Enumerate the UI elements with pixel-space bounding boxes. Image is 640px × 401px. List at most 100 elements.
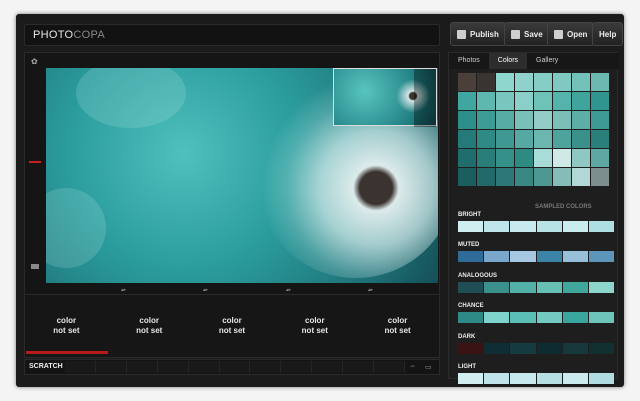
color-swatch[interactable] <box>515 168 533 186</box>
color-swatch[interactable] <box>572 149 590 167</box>
open-button[interactable]: Open <box>547 22 595 46</box>
scratch-cell[interactable] <box>281 361 313 373</box>
color-slot[interactable]: color not set <box>191 295 274 357</box>
scratch-cell[interactable] <box>343 361 375 373</box>
color-swatch[interactable] <box>458 130 476 148</box>
harmony-swatch[interactable] <box>536 312 562 323</box>
color-slot[interactable]: color not set <box>25 295 108 357</box>
harmony-swatch[interactable] <box>588 221 615 232</box>
help-button[interactable]: Help <box>592 22 624 46</box>
color-swatch[interactable] <box>572 92 590 110</box>
color-swatch[interactable] <box>553 130 571 148</box>
color-swatch[interactable] <box>572 168 590 186</box>
color-swatch[interactable] <box>515 111 533 129</box>
color-swatch[interactable] <box>458 73 476 91</box>
color-swatch[interactable] <box>458 149 476 167</box>
color-swatch[interactable] <box>534 111 552 129</box>
color-swatch[interactable] <box>534 73 552 91</box>
harmony-swatch[interactable] <box>536 251 562 262</box>
harmony-swatch[interactable] <box>484 282 510 293</box>
harmony-swatch[interactable] <box>588 373 615 384</box>
save-button[interactable]: Save <box>504 22 550 46</box>
navigator-thumbnail[interactable] <box>333 68 437 127</box>
color-swatch[interactable] <box>553 92 571 110</box>
scratch-cell[interactable] <box>157 361 189 373</box>
tab-photos[interactable]: Photos <box>449 53 489 69</box>
harmony-swatch[interactable] <box>588 282 615 293</box>
color-swatch[interactable] <box>477 168 495 186</box>
harmony-swatch[interactable] <box>484 221 510 232</box>
color-swatch[interactable] <box>553 168 571 186</box>
color-swatch[interactable] <box>515 149 533 167</box>
harmony-swatch[interactable] <box>484 373 510 384</box>
color-swatch[interactable] <box>553 73 571 91</box>
color-swatch[interactable] <box>496 111 514 129</box>
color-swatch[interactable] <box>496 149 514 167</box>
harmony-swatch[interactable] <box>458 343 484 354</box>
color-swatch[interactable] <box>591 73 609 91</box>
color-swatch[interactable] <box>515 130 533 148</box>
color-swatch[interactable] <box>496 73 514 91</box>
tab-colors[interactable]: Colors <box>488 53 528 69</box>
harmony-swatch[interactable] <box>510 312 536 323</box>
harmony-swatch[interactable] <box>536 373 562 384</box>
scratch-cell[interactable] <box>126 361 158 373</box>
color-swatch[interactable] <box>515 92 533 110</box>
color-swatch[interactable] <box>591 130 609 148</box>
harmony-swatch[interactable] <box>458 221 484 232</box>
scratch-cell[interactable] <box>219 361 251 373</box>
color-swatch[interactable] <box>496 92 514 110</box>
color-swatch[interactable] <box>534 130 552 148</box>
harmony-swatch[interactable] <box>458 312 484 323</box>
scratch-cell[interactable] <box>374 361 405 373</box>
harmony-swatch[interactable] <box>588 251 615 262</box>
harmony-swatch[interactable] <box>510 251 536 262</box>
color-swatch[interactable] <box>534 149 552 167</box>
slot-marker-icon[interactable]: ▴▸ <box>203 287 208 293</box>
harmony-swatch[interactable] <box>484 343 510 354</box>
tab-gallery[interactable]: Gallery <box>527 53 567 69</box>
harmony-swatch[interactable] <box>510 373 536 384</box>
harmony-swatch[interactable] <box>510 221 536 232</box>
position-marker[interactable] <box>29 161 41 163</box>
scratch-cell[interactable] <box>250 361 282 373</box>
color-swatch[interactable] <box>572 130 590 148</box>
color-swatch[interactable] <box>458 111 476 129</box>
slot-marker-icon[interactable]: ▴▸ <box>121 287 126 293</box>
color-swatch[interactable] <box>458 92 476 110</box>
harmony-swatch[interactable] <box>458 251 484 262</box>
gear-icon[interactable]: ✿ <box>31 57 38 66</box>
color-swatch[interactable] <box>534 168 552 186</box>
color-slot[interactable]: color not set <box>108 295 191 357</box>
navigator-viewport[interactable] <box>414 69 436 127</box>
color-swatch[interactable] <box>591 168 609 186</box>
color-swatch[interactable] <box>572 111 590 129</box>
color-swatch[interactable] <box>515 73 533 91</box>
harmony-swatch[interactable] <box>484 251 510 262</box>
harmony-swatch[interactable] <box>536 282 562 293</box>
harmony-swatch[interactable] <box>510 282 536 293</box>
color-swatch[interactable] <box>458 168 476 186</box>
harmony-swatch[interactable] <box>458 373 484 384</box>
photo-canvas[interactable] <box>46 68 438 283</box>
color-swatch[interactable] <box>477 149 495 167</box>
scratch-cell[interactable] <box>95 361 127 373</box>
color-swatch[interactable] <box>591 92 609 110</box>
harmony-swatch[interactable] <box>562 343 588 354</box>
harmony-swatch[interactable] <box>458 282 484 293</box>
color-swatch[interactable] <box>572 73 590 91</box>
color-swatch[interactable] <box>553 149 571 167</box>
scratch-cell[interactable] <box>65 361 96 373</box>
harmony-swatch[interactable] <box>562 282 588 293</box>
color-slot[interactable]: color not set <box>356 295 439 357</box>
harmony-swatch[interactable] <box>562 251 588 262</box>
scratch-cell[interactable] <box>312 361 344 373</box>
color-swatch[interactable] <box>477 73 495 91</box>
link-icon[interactable]: ⇔ <box>409 363 416 370</box>
color-swatch[interactable] <box>553 111 571 129</box>
harmony-swatch[interactable] <box>588 343 615 354</box>
harmony-swatch[interactable] <box>588 312 615 323</box>
slot-marker-icon[interactable]: ▴▸ <box>368 287 373 293</box>
harmony-swatch[interactable] <box>536 221 562 232</box>
color-swatch[interactable] <box>477 111 495 129</box>
